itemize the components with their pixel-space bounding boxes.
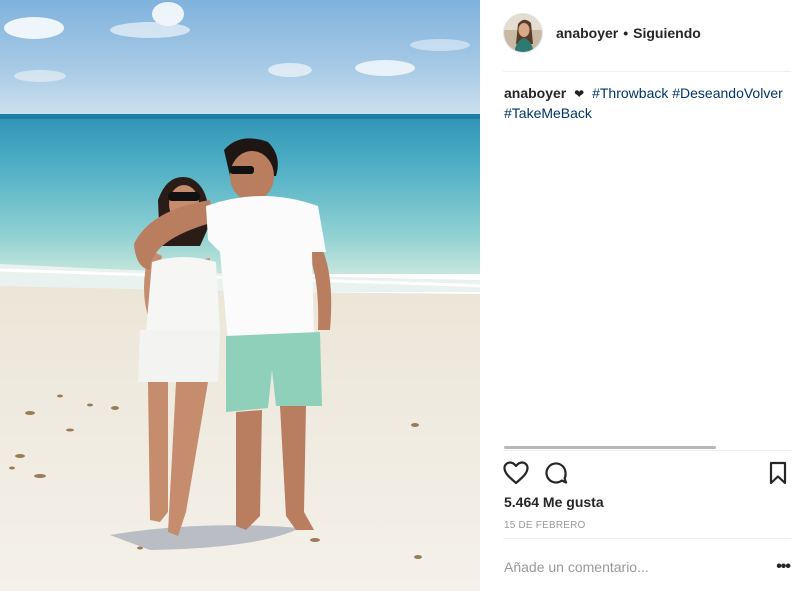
beach-photo-illustration [0, 0, 480, 591]
header-username-link[interactable]: anaboyer [556, 25, 618, 41]
caption-username-link[interactable]: anaboyer [504, 85, 566, 101]
post-side-panel: anaboyer • Siguiendo anaboyer ❤ #Throwba… [480, 0, 798, 591]
divider-bottom [503, 538, 791, 539]
following-button[interactable]: Siguiendo [633, 25, 701, 41]
like-button[interactable] [502, 459, 530, 487]
hashtag-takemeback[interactable]: #TakeMeBack [504, 105, 592, 121]
post-date[interactable]: 15 DE FEBRERO [504, 520, 586, 531]
post-header: anaboyer • Siguiendo [503, 11, 798, 55]
heart-outline-icon [503, 461, 529, 485]
more-options-icon[interactable]: ••• [770, 559, 791, 575]
divider-middle [503, 450, 791, 451]
avatar-image [504, 14, 542, 52]
save-button[interactable] [764, 459, 792, 487]
likes-count[interactable]: 5.464 Me gusta [504, 494, 604, 510]
post-caption: anaboyer ❤ #Throwback #DeseandoVolver #T… [504, 84, 784, 123]
black-heart-emoji: ❤ [574, 87, 585, 101]
bookmark-icon [769, 461, 787, 485]
separator-dot: • [623, 25, 629, 41]
hashtag-throwback[interactable]: #Throwback [592, 85, 668, 101]
hashtag-deseandovolver[interactable]: #DeseandoVolver [672, 85, 783, 101]
avatar[interactable] [503, 13, 543, 53]
comment-button[interactable] [542, 459, 570, 487]
comment-row: ••• [504, 552, 791, 582]
post-photo[interactable] [0, 0, 480, 591]
divider-top [503, 71, 791, 72]
comment-input[interactable] [504, 559, 770, 575]
action-bar [502, 459, 792, 489]
speech-bubble-icon [545, 462, 568, 484]
clipped-comment-text [504, 440, 734, 449]
